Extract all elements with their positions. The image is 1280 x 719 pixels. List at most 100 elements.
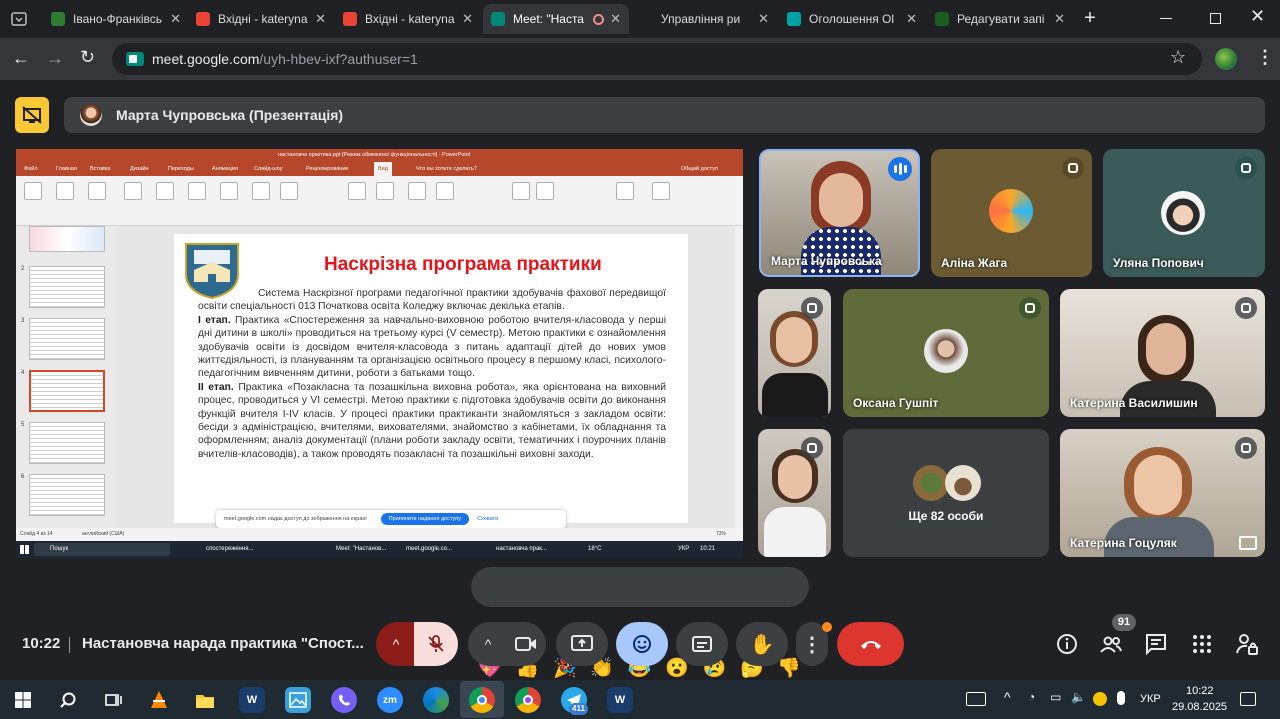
widgets-icon[interactable]: W [239,687,265,713]
slide-thumbnail[interactable] [29,266,105,308]
ribbon-tool-icon[interactable] [280,182,298,200]
people-button[interactable] [1099,632,1123,656]
mic-tray-icon[interactable] [1117,691,1125,705]
participant-tile[interactable]: Оксана Гушпіт [843,289,1049,417]
ribbon-tab[interactable]: Дизайн [130,162,149,176]
browser-tab[interactable]: Meet: "Наста ✕ [483,4,629,34]
ribbon-tool-icon[interactable] [220,182,238,200]
close-tab-icon[interactable]: ✕ [170,11,181,27]
ribbon-tool-icon[interactable] [56,182,74,200]
tray-overflow-icon[interactable]: ^ [1004,689,1011,705]
browser-tab[interactable]: Вхідні - kateryna ✕ [335,4,481,34]
ribbon-tab[interactable]: Главная [56,162,77,176]
volume-icon[interactable]: 🔈 [1071,690,1086,704]
hide-notice-link[interactable]: Сховати [477,516,498,522]
close-tab-icon[interactable]: ✕ [315,11,326,27]
back-icon[interactable]: ← [12,48,30,69]
vlc-icon[interactable] [146,687,172,713]
slide-thumbnail[interactable] [29,370,105,412]
zoom-icon[interactable]: zm [377,687,403,713]
minimize-window-icon[interactable] [1160,18,1172,19]
tray-lang[interactable]: УКР [1140,693,1161,705]
raise-hand-button[interactable]: ✋ [736,622,788,666]
browser-tab[interactable]: Управління ри ✕ [631,4,777,34]
meeting-info-button[interactable] [1055,632,1079,656]
slide-thumbnail[interactable] [29,474,105,516]
address-bar[interactable]: meet.google.com/uyh-hbev-ixf?authuser=1 [112,43,1202,75]
file-explorer-icon[interactable] [192,687,218,713]
viber-icon[interactable] [331,687,357,713]
emoji-reactions-button[interactable] [616,622,668,666]
ribbon-tab[interactable]: Общий доступ [681,162,718,176]
participant-tile[interactable]: Катерина Гоцуляк [1060,429,1265,557]
task-view-icon[interactable] [100,687,126,713]
leave-call-button[interactable] [837,622,904,666]
profile-avatar[interactable] [1215,48,1237,70]
wifi-icon[interactable]: ◔ [1028,690,1035,704]
reload-icon[interactable]: ↻ [80,47,95,68]
audio-options-button[interactable]: ^ [376,622,416,666]
present-screen-button[interactable] [556,622,608,666]
photos-icon[interactable] [285,687,311,713]
zoom-level[interactable]: 73% [716,528,726,541]
ribbon-tool-icon[interactable] [348,182,366,200]
browser-tab[interactable]: Вхідні - kateryna ✕ [188,4,334,34]
participant-tile[interactable] [758,289,831,417]
activities-button[interactable] [1190,632,1214,656]
forward-icon[interactable]: → [46,48,64,69]
restore-window-icon[interactable] [1210,13,1221,24]
mic-toggle-button[interactable] [414,622,458,666]
ribbon-tab[interactable]: Слайд-шоу [254,162,283,176]
ribbon-tool-icon[interactable] [252,182,270,200]
tab-search-icon[interactable] [10,10,28,28]
ribbon-tool-icon[interactable] [88,182,106,200]
tray-date[interactable]: 29.08.2025 [1172,701,1227,713]
ribbon-tool-icon[interactable] [616,182,634,200]
new-tab-button[interactable]: + [1080,7,1100,31]
browser-menu-icon[interactable]: ⋮ [1256,47,1274,68]
notifications-icon[interactable] [1240,692,1256,706]
ribbon-tool-icon[interactable] [188,182,206,200]
ribbon-tool-icon[interactable] [124,182,142,200]
vertical-scrollbar[interactable] [735,226,743,528]
tray-time[interactable]: 10:22 [1186,685,1214,697]
slide-thumbnail[interactable] [29,318,105,360]
close-tab-icon[interactable]: ✕ [758,11,769,27]
slide-thumbnail[interactable] [29,226,105,252]
pip-icon[interactable] [1239,536,1257,550]
ribbon-tool-icon[interactable] [408,182,426,200]
participant-tile[interactable] [758,429,831,557]
network-icon[interactable]: ▭ [1050,690,1061,704]
taskbar-search-icon[interactable] [55,687,81,713]
ribbon-tab[interactable]: Анимация [212,162,238,176]
edge-icon[interactable] [423,687,449,713]
chrome-icon[interactable] [469,687,495,713]
ribbon-tab[interactable]: Файл [24,162,38,176]
more-options-button[interactable]: ⋮ [796,622,832,666]
close-tab-icon[interactable]: ✕ [462,11,473,27]
captions-button[interactable] [676,622,728,666]
ribbon-tab[interactable]: Вид [374,162,392,176]
norton-icon[interactable] [1093,692,1107,706]
ribbon-tool-icon[interactable] [376,182,394,200]
presentation-toggle-button[interactable] [15,97,49,133]
widgets-app-icon[interactable]: W [607,687,633,713]
close-tab-icon[interactable]: ✕ [1054,11,1065,27]
ribbon-tool-icon[interactable] [512,182,530,200]
chat-button[interactable] [1144,632,1168,656]
participant-tile[interactable]: Катерина Василишин [1060,289,1265,417]
participant-tile[interactable]: Уляна Попович [1103,149,1265,277]
slide-thumbnail[interactable] [29,422,105,464]
browser-tab[interactable]: Івано-Франківсь ✕ [43,4,189,34]
others-tile[interactable]: Ще 82 особи [843,429,1049,557]
browser-tab[interactable]: Редагувати запі ✕ [927,4,1073,34]
ribbon-tab[interactable]: Рецензирование [306,162,348,176]
stop-sharing-button[interactable]: Припинити надання доступу [380,513,470,525]
ribbon-tool-icon[interactable] [24,182,42,200]
ribbon-tool-icon[interactable] [536,182,554,200]
close-tab-icon[interactable]: ✕ [610,11,621,27]
close-tab-icon[interactable]: ✕ [906,11,917,27]
host-controls-button[interactable] [1235,632,1259,656]
browser-tab[interactable]: Оголошення Ol ✕ [779,4,925,34]
ribbon-tab[interactable]: Вставка [90,162,110,176]
